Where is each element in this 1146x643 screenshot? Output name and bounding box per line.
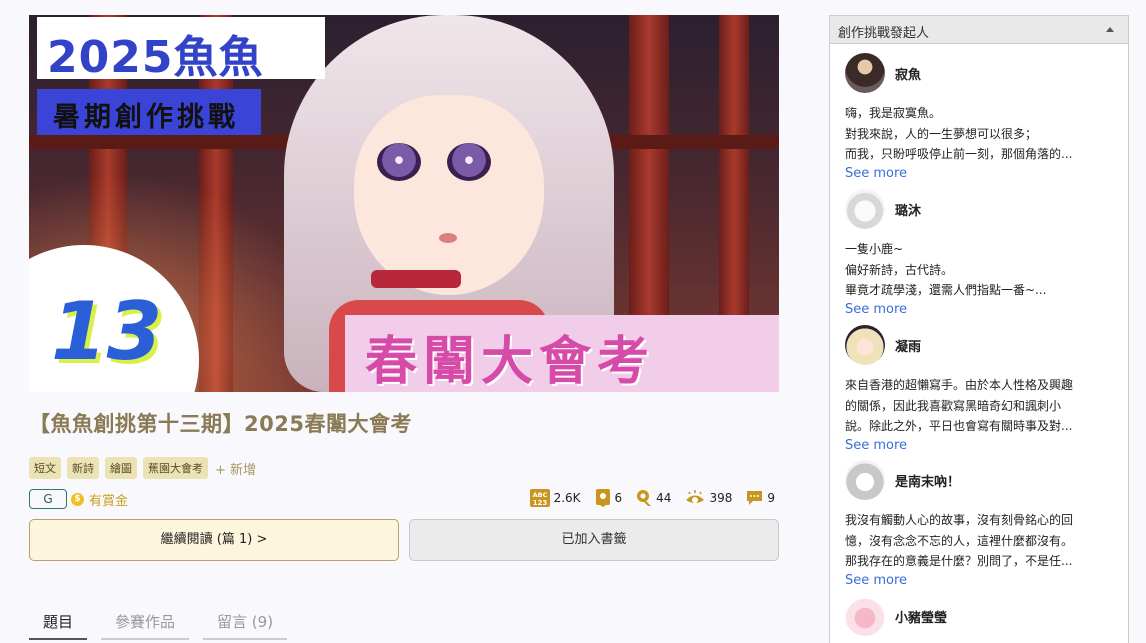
- author-bio: 來自香港的超懶寫手。由於本人性格及興趣 的關係，因此我喜歡寫黑暗奇幻和諷刺小 說…: [845, 378, 1074, 433]
- avatar[interactable]: [845, 596, 885, 636]
- rating-badge: G: [29, 489, 67, 509]
- tag-list: 短文 新詩 繪圖 蕉園大會考 + 新增: [29, 457, 256, 479]
- pin-like-icon: [637, 490, 652, 506]
- author-name[interactable]: 凝雨: [895, 336, 921, 355]
- author-card: 寂魚 嗨，我是寂寞魚。 對我來說，人的一生夢想可以很多； 而我，只盼呼吸停止前一…: [845, 53, 1115, 183]
- work-title: 【魚魚創挑第十三期】2025春闈大會考: [29, 412, 412, 436]
- word-count-icon: ABC 123: [529, 489, 550, 507]
- view-count-stat: 398: [685, 490, 732, 506]
- avatar[interactable]: [845, 53, 885, 93]
- tab-topic[interactable]: 題目: [29, 611, 88, 640]
- svg-text:ABC: ABC: [532, 491, 547, 499]
- comment-icon: [747, 491, 763, 505]
- add-tag-button[interactable]: + 新增: [215, 459, 256, 478]
- author-card: 是南末吶！ 我沒有觸動人心的故事，沒有刻骨銘心的回 憶，沒有念念不忘的人，這裡什…: [845, 460, 1115, 590]
- cover-issue-number: 13: [51, 285, 163, 378]
- chapter-count-stat: 6: [595, 489, 623, 507]
- author-bio: 一隻小鹿~ 偏好新詩，古代詩。 畢竟才疏學淺，還需人們指點一番~...: [845, 242, 1047, 297]
- bookmark-button[interactable]: 已加入書籤: [409, 519, 779, 561]
- word-count-stat: ABC 123 2.6K: [529, 489, 581, 507]
- see-more-link[interactable]: See more: [845, 572, 1115, 590]
- author-name[interactable]: 小豬瑩瑩: [895, 607, 947, 626]
- character-face: [354, 95, 544, 295]
- see-more-link[interactable]: See more: [845, 165, 1115, 183]
- author-name[interactable]: 寂魚: [895, 64, 921, 83]
- cover-year-banner: 2025魚魚: [37, 17, 325, 83]
- comment-count-value: 9: [767, 491, 775, 505]
- avatar[interactable]: [845, 189, 885, 229]
- cover-subtitle-text: 暑期創作挑戰: [53, 102, 239, 133]
- chapter-count-value: 6: [614, 491, 623, 505]
- character-eye-left: [377, 143, 421, 181]
- tag-item[interactable]: 繪圖: [105, 457, 137, 479]
- comment-count-stat: 9: [746, 490, 775, 506]
- see-more-link[interactable]: See more: [845, 301, 1115, 319]
- initiators-panel: 創作挑戰發起人 寂魚 嗨，我是寂寞魚。 對我來說，人的一生夢想可以很多； 而我，…: [829, 15, 1129, 643]
- eye-icon: [686, 490, 705, 503]
- tab-comments[interactable]: 留言 (9): [203, 611, 288, 640]
- author-card: 小豬瑩瑩: [845, 596, 1115, 636]
- reward-indicator[interactable]: $ 有賞金: [71, 490, 128, 509]
- cover-theme-text: 春闈大會考: [365, 332, 656, 392]
- author-bio: 嗨，我是寂寞魚。 對我來說，人的一生夢想可以很多； 而我，只盼呼吸停止前一刻，那…: [845, 106, 1073, 161]
- svg-text:123: 123: [532, 499, 547, 507]
- view-count-value: 398: [709, 491, 733, 505]
- collapse-caret-icon[interactable]: [1106, 27, 1114, 32]
- cover-subtitle-banner: 暑期創作挑戰: [37, 89, 261, 135]
- like-count-stat: 44: [636, 489, 671, 507]
- tab-entries[interactable]: 參賽作品: [101, 611, 190, 640]
- character-collar: [371, 270, 461, 288]
- character-eye-right: [447, 143, 491, 181]
- author-name[interactable]: 是南末吶！: [895, 471, 960, 490]
- stats-bar: ABC 123 2.6K 6 44 398 9: [529, 489, 775, 507]
- see-more-link[interactable]: See more: [845, 437, 1115, 455]
- character-mouth: [439, 233, 457, 243]
- tag-item[interactable]: 蕉園大會考: [143, 457, 208, 479]
- cover-image: 2025魚魚 暑期創作挑戰 13 春闈大會考: [29, 15, 779, 392]
- tag-item[interactable]: 新詩: [67, 457, 99, 479]
- author-card: 璐沐 一隻小鹿~ 偏好新詩，古代詩。 畢竟才疏學淺，還需人們指點一番~... S…: [845, 189, 1115, 319]
- avatar[interactable]: [845, 460, 885, 500]
- author-card: 凝雨 來自香港的超懶寫手。由於本人性格及興趣 的關係，因此我喜歡寫黑暗奇幻和諷刺…: [845, 325, 1115, 455]
- word-count-value: 2.6K: [553, 491, 581, 505]
- like-count-value: 44: [656, 491, 672, 505]
- cover-year-text: 2025魚魚: [47, 32, 264, 83]
- meta-row: G $ 有賞金 ABC 123 2.6K 6 44 398 9: [29, 489, 779, 511]
- coin-icon: $: [71, 493, 84, 506]
- reward-label: 有賞金: [89, 494, 129, 509]
- initiators-panel-header[interactable]: 創作挑戰發起人: [830, 16, 1128, 44]
- continue-reading-button[interactable]: 繼續閱讀 (篇 1) >: [29, 519, 399, 561]
- tag-item[interactable]: 短文: [29, 457, 61, 479]
- avatar[interactable]: [845, 325, 885, 365]
- cover-theme-banner: 春闈大會考: [345, 315, 779, 392]
- author-bio: 我沒有觸動人心的故事，沒有刻骨銘心的回 憶，沒有念念不忘的人，這裡什麼都沒有。 …: [845, 513, 1074, 568]
- author-name[interactable]: 璐沐: [895, 200, 921, 219]
- chapter-icon: [595, 489, 610, 507]
- initiators-panel-title: 創作挑戰發起人: [838, 26, 930, 41]
- content-tabs: 題目 參賽作品 留言 (9): [29, 611, 288, 640]
